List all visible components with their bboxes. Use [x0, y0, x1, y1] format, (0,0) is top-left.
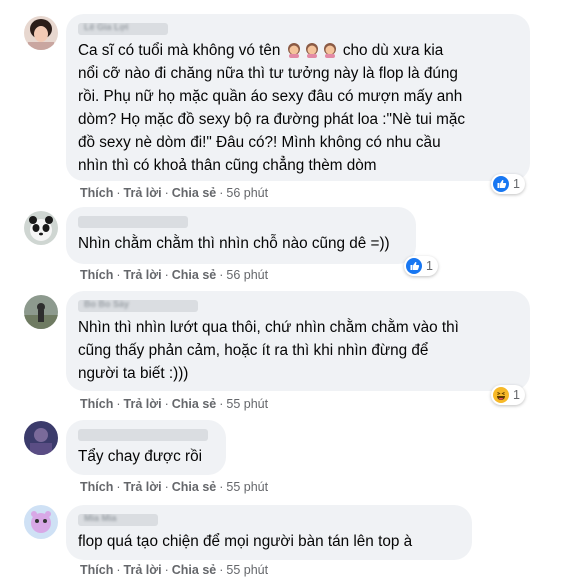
share-link[interactable]: Chia sẻ	[172, 268, 216, 282]
reaction-summary[interactable]: 1	[404, 256, 438, 276]
like-link[interactable]: Thích	[80, 186, 113, 200]
author-name-redacted[interactable]	[78, 216, 188, 228]
share-link[interactable]: Chia sẻ	[172, 480, 216, 494]
avatar[interactable]	[24, 16, 58, 50]
comment-bubble: Tẩy chay được rồi	[66, 420, 226, 475]
reaction-count: 1	[426, 259, 433, 273]
share-link[interactable]: Chia sẻ	[172, 186, 216, 200]
reply-link[interactable]: Trả lời	[124, 268, 162, 282]
haha-icon	[493, 387, 509, 403]
like-icon	[406, 258, 422, 274]
reaction-count: 1	[513, 388, 520, 402]
timestamp[interactable]: 56 phút	[226, 186, 268, 200]
reaction-count: 1	[513, 177, 520, 191]
like-link[interactable]: Thích	[80, 563, 113, 577]
reply-link[interactable]: Trả lời	[124, 563, 162, 577]
like-icon	[493, 176, 509, 192]
timestamp[interactable]: 55 phút	[226, 563, 268, 577]
author-name-redacted[interactable]: Bo Bo Sảy	[78, 300, 198, 312]
comment-bubble: Lê Gia Lợi Ca sĩ có tuổi mà không vó tên…	[66, 14, 530, 181]
author-name-redacted[interactable]	[78, 429, 208, 441]
comment-text: Nhìn thì nhìn lướt qua thôi, chứ nhìn ch…	[78, 319, 459, 382]
timestamp[interactable]: 56 phút	[226, 268, 268, 282]
avatar[interactable]	[24, 421, 58, 455]
comment-actions: Thích · Trả lời · Chia sẻ · 56 phút	[80, 186, 269, 200]
like-link[interactable]: Thích	[80, 480, 113, 494]
like-link[interactable]: Thích	[80, 397, 113, 411]
woman-gesturing-icon	[287, 43, 300, 58]
like-link[interactable]: Thích	[80, 268, 113, 282]
comment-actions: Thích · Trả lời · Chia sẻ · 55 phút	[80, 480, 269, 494]
comment-bubble: Nhìn chằm chằm thì nhìn chỗ nào cũng dê …	[66, 207, 416, 264]
comment-actions: Thích · Trả lời · Chia sẻ · 56 phút	[80, 268, 269, 282]
comment-actions: Thích · Trả lời · Chia sẻ · 55 phút	[80, 397, 269, 411]
avatar[interactable]	[24, 505, 58, 539]
author-name-redacted[interactable]: Mia Mia	[78, 514, 158, 526]
reaction-summary[interactable]: 1	[491, 174, 525, 194]
reply-link[interactable]: Trả lời	[124, 186, 162, 200]
comment-bubble: Mia Mia flop quá tạo chiện để mọi người …	[66, 505, 472, 560]
comment-bubble: Bo Bo Sảy Nhìn thì nhìn lướt qua thôi, c…	[66, 291, 530, 391]
avatar[interactable]	[24, 211, 58, 245]
reply-link[interactable]: Trả lời	[124, 397, 162, 411]
comment-text: Tẩy chay được rồi	[78, 448, 202, 465]
comment-text: flop quá tạo chiện để mọi người bàn tán …	[78, 533, 413, 550]
woman-gesturing-icon	[305, 43, 318, 58]
woman-gesturing-icon	[323, 43, 336, 58]
comment-actions: Thích · Trả lời · Chia sẻ · 55 phút	[80, 563, 269, 577]
timestamp[interactable]: 55 phút	[226, 480, 268, 494]
comment-text: Nhìn chằm chằm thì nhìn chỗ nào cũng dê …	[78, 235, 390, 252]
share-link[interactable]: Chia sẻ	[172, 397, 216, 411]
author-name-redacted[interactable]: Lê Gia Lợi	[78, 23, 168, 35]
avatar[interactable]	[24, 295, 58, 329]
comment-text: Ca sĩ có tuổi mà không vó tên cho dù xưa…	[78, 42, 466, 174]
share-link[interactable]: Chia sẻ	[172, 563, 216, 577]
timestamp[interactable]: 55 phút	[226, 397, 268, 411]
reply-link[interactable]: Trả lời	[124, 480, 162, 494]
reaction-summary[interactable]: 1	[491, 385, 525, 405]
